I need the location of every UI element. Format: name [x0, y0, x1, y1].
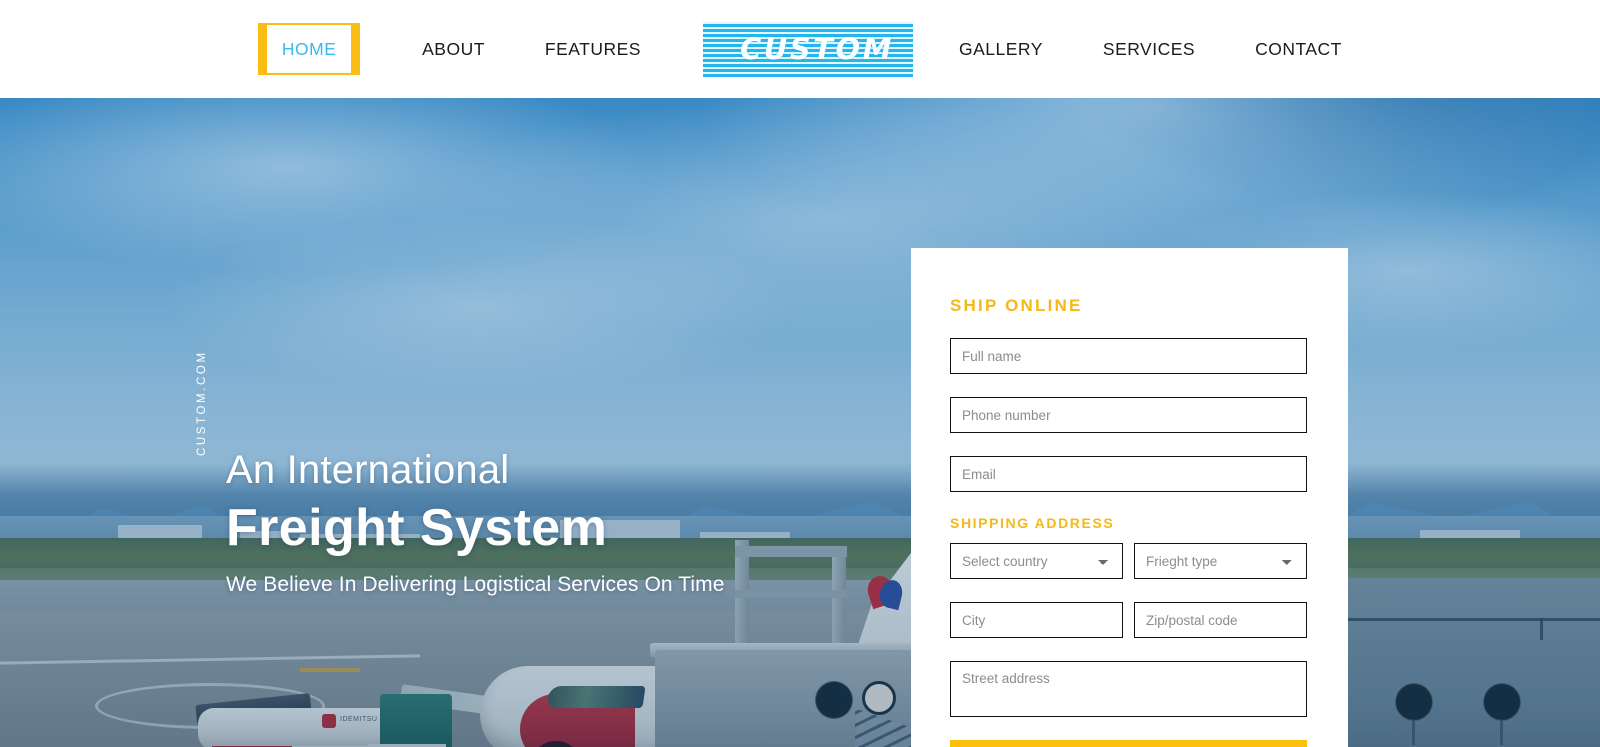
ship-online-panel: SHIP ONLINE SHIPPING ADDRESS Select coun…	[911, 248, 1348, 747]
form-title: SHIP ONLINE	[950, 296, 1083, 315]
jetbridge-window	[1395, 683, 1433, 721]
nav-item-contact[interactable]: CONTACT	[1255, 39, 1342, 60]
nav-item-gallery[interactable]: GALLERY	[959, 39, 1043, 60]
proceed-to-pay-button[interactable]: PROCEED TO PAY	[950, 740, 1307, 747]
jetbridge-handrail-post	[1540, 618, 1543, 640]
zip-postal-code-input[interactable]	[1134, 602, 1307, 638]
fuel-truck-badge	[322, 714, 336, 728]
full-name-input[interactable]	[950, 338, 1307, 374]
jetbridge-window	[815, 681, 853, 719]
nav-item-home-label: HOME	[281, 38, 337, 59]
main-navigation: HOME ABOUT FEATURES CUSTOM GALLERY SERVI…	[0, 0, 1600, 98]
hero-subtext: We Believe In Delivering Logistical Serv…	[226, 573, 725, 596]
country-freight-row: Select country Frieght type	[950, 543, 1307, 579]
hero-section: IDEMITSU CUSTOM.COM An International Fre…	[0, 98, 1600, 747]
jetbridge-beam	[735, 546, 847, 557]
fuel-truck-label: IDEMITSU	[340, 716, 378, 723]
ship-online-form: SHIP ONLINE SHIPPING ADDRESS Select coun…	[950, 296, 1307, 747]
site-header: HOME ABOUT FEATURES CUSTOM GALLERY SERVI…	[0, 0, 1600, 98]
nav-item-features[interactable]: FEATURES	[545, 39, 641, 60]
hero-headline-top: An International	[226, 448, 510, 492]
freight-type-dropdown[interactable]: Frieght type	[1134, 543, 1307, 579]
nav-item-home[interactable]: HOME	[258, 23, 361, 75]
jetbridge-window	[1483, 683, 1521, 721]
fuel-truck-cab	[380, 694, 452, 747]
select-country-dropdown[interactable]: Select country	[950, 543, 1123, 579]
jetbridge-beam	[735, 590, 847, 598]
jetbridge-window-streak	[1500, 719, 1503, 745]
logo-text: CUSTOM	[739, 32, 894, 66]
airplane-cockpit-window	[546, 686, 646, 708]
phone-number-input[interactable]	[950, 397, 1307, 433]
hero-headline-bottom: Freight System	[226, 499, 608, 557]
email-input[interactable]	[950, 456, 1307, 492]
jetbridge-right-section	[1348, 578, 1600, 747]
jetbridge-window-streak	[1412, 719, 1415, 745]
nav-item-services[interactable]: SERVICES	[1103, 39, 1195, 60]
shipping-address-section-title: SHIPPING ADDRESS	[950, 515, 1115, 531]
hero-background-sky-shadow	[900, 98, 1600, 248]
nav-item-about[interactable]: ABOUT	[422, 39, 485, 60]
city-input[interactable]	[950, 602, 1123, 638]
city-zip-row	[950, 602, 1307, 638]
tarmac-yellow-marking	[300, 668, 360, 672]
jetbridge-handrail	[1348, 618, 1600, 621]
jetbridge-window-light	[862, 681, 896, 715]
street-address-input[interactable]	[950, 661, 1307, 717]
site-logo[interactable]: CUSTOM	[702, 21, 913, 77]
hero-vertical-brand: CUSTOM.COM	[196, 350, 208, 456]
